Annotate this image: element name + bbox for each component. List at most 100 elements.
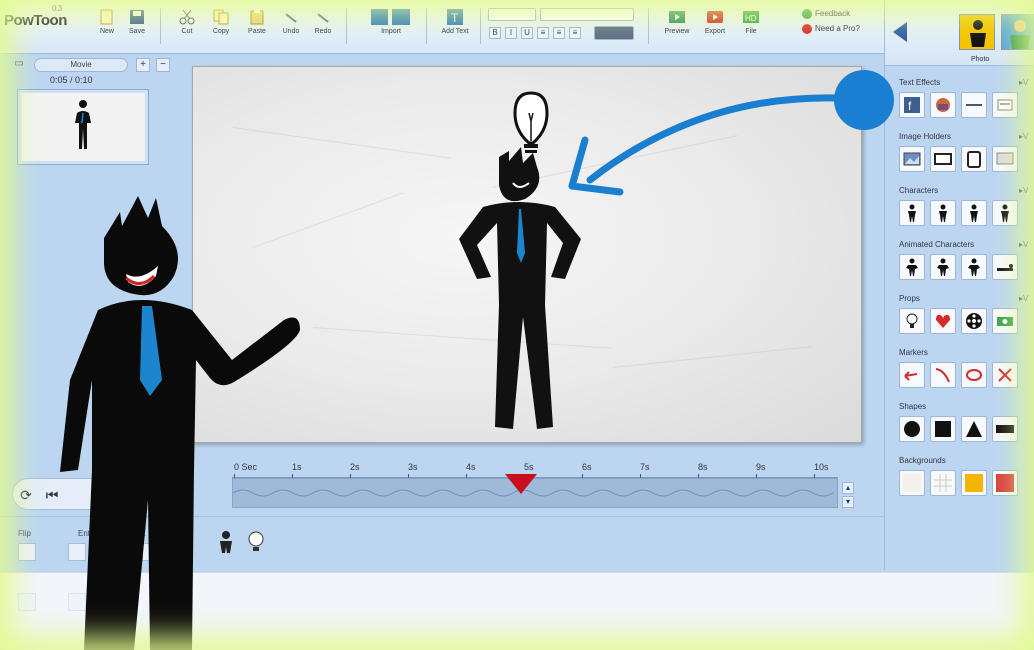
new-button[interactable]: New <box>90 8 124 46</box>
character-man-icon[interactable] <box>961 200 987 226</box>
image-holder-photo-icon[interactable] <box>899 146 925 172</box>
cartoon-thumb-icon <box>1010 20 1030 49</box>
circle-shape-icon[interactable] <box>899 416 925 442</box>
collapse-panel-arrow-icon[interactable] <box>893 22 907 42</box>
background-yellow-icon[interactable] <box>961 470 987 496</box>
scene-thumbnail[interactable] <box>18 90 148 164</box>
marker-x-icon[interactable] <box>992 362 1018 388</box>
character-object-icon[interactable] <box>220 531 232 553</box>
marker-arrow-icon[interactable] <box>899 362 925 388</box>
character-man-icon[interactable] <box>992 200 1018 226</box>
timeline-scroll-up-button[interactable]: ▴ <box>842 482 854 494</box>
section-more-button[interactable]: ▸V <box>1019 132 1028 141</box>
font-select[interactable] <box>488 8 536 21</box>
square-shape-icon[interactable] <box>930 416 956 442</box>
scene-time: 0:05 / 0:10 <box>50 75 93 85</box>
stage-content <box>459 91 581 429</box>
italic-button[interactable]: I <box>505 27 517 39</box>
save-button[interactable]: Save <box>120 8 154 46</box>
image-holder-screen-icon[interactable] <box>992 146 1018 172</box>
animated-character-icon[interactable] <box>930 254 956 280</box>
bold-button[interactable]: B <box>489 27 501 39</box>
align-right-button[interactable]: ≡ <box>569 27 581 39</box>
scissors-icon <box>179 9 195 25</box>
section-more-button[interactable]: ▸V <box>1019 240 1028 249</box>
character-man-icon[interactable] <box>899 200 925 226</box>
redo-button[interactable]: Redo <box>306 8 340 46</box>
status-area <box>0 572 1034 650</box>
transport-controls: ⟳ ⏮ ▶ <box>12 478 157 510</box>
paste-button[interactable]: Paste <box>240 8 274 46</box>
play-icon[interactable]: ▶ <box>133 484 155 506</box>
need-pro-link[interactable]: Need a Pro? <box>802 21 860 36</box>
file-button[interactable]: HD File <box>734 8 768 46</box>
align-center-button[interactable]: ≡ <box>553 27 565 39</box>
stage-canvas[interactable] <box>192 66 862 443</box>
triangle-shape-icon[interactable] <box>961 416 987 442</box>
text-effect-line-icon[interactable] <box>961 92 987 118</box>
add-text-button[interactable]: T Add Text <box>438 8 472 46</box>
image-holder-polaroid-icon[interactable] <box>961 146 987 172</box>
animated-character-icon[interactable] <box>961 254 987 280</box>
playhead[interactable] <box>505 474 537 494</box>
help-links: Feedback Need a Pro? <box>802 6 860 36</box>
underline-button[interactable]: U <box>521 27 533 39</box>
background-red-icon[interactable] <box>992 470 1018 496</box>
text-effect-f-icon[interactable]: f <box>899 92 925 118</box>
enter-effect-button[interactable] <box>68 543 86 561</box>
section-title: Markers <box>899 348 928 357</box>
align-left-button[interactable]: ≡ <box>537 27 549 39</box>
flip-button[interactable] <box>18 543 36 561</box>
timeline-scroll-down-button[interactable]: ▾ <box>842 496 854 508</box>
text-effect-hand-icon[interactable] <box>930 92 956 118</box>
font-size-select[interactable] <box>540 8 634 21</box>
section-more-button[interactable]: ▸V <box>1019 294 1028 303</box>
marker-curve-icon[interactable] <box>930 362 956 388</box>
section-more-button[interactable]: ▸V <box>1019 78 1028 87</box>
timeline-tick-label: 8s <box>698 462 708 472</box>
undo-button[interactable]: Undo <box>274 8 308 46</box>
character-man-icon[interactable] <box>930 200 956 226</box>
money-icon[interactable] <box>992 308 1018 334</box>
export-button[interactable]: Export <box>698 8 732 46</box>
animated-character-lying-icon[interactable] <box>992 254 1018 280</box>
timeline-tick-label: 1s <box>292 462 302 472</box>
import-button[interactable]: Import <box>370 8 412 46</box>
lightbulb-icon[interactable] <box>899 308 925 334</box>
lightbulb-icon[interactable] <box>513 91 549 153</box>
animated-character-icon[interactable] <box>899 254 925 280</box>
marker-circle-icon[interactable] <box>961 362 987 388</box>
background-blank-icon[interactable] <box>899 470 925 496</box>
timeline-tick-label: 0 Sec <box>234 462 258 472</box>
timeline-tick-label: 6s <box>582 462 592 472</box>
text-color-picker[interactable] <box>594 26 634 40</box>
feedback-link[interactable]: Feedback <box>802 6 860 21</box>
section-more-button[interactable]: ▸V <box>1019 186 1028 195</box>
text-effect-box-icon[interactable] <box>992 92 1018 118</box>
rewind-icon[interactable]: ⏮ <box>41 484 63 506</box>
loop-icon[interactable]: ⟳ <box>15 484 37 506</box>
lightbulb-object-icon[interactable] <box>248 531 264 551</box>
section-title: Characters <box>899 186 939 195</box>
toolbar-divider <box>346 8 347 44</box>
copy-button[interactable]: Copy <box>204 8 238 46</box>
add-scene-button[interactable]: + <box>136 58 150 72</box>
style-photo-thumb[interactable] <box>959 14 995 50</box>
background-grid-icon[interactable] <box>930 470 956 496</box>
remove-scene-button[interactable]: − <box>156 58 170 72</box>
preview-button[interactable]: Preview <box>660 8 694 46</box>
style-cartoon-thumb[interactable] <box>1001 14 1034 50</box>
heart-icon[interactable] <box>930 308 956 334</box>
slides-icon[interactable]: ▭ <box>12 58 26 72</box>
timeline-tick-label: 3s <box>408 462 418 472</box>
scene-selector[interactable]: Movie <box>34 58 128 72</box>
youtube-icon <box>707 11 723 23</box>
section-title: Animated Characters <box>899 240 975 249</box>
rectangle-shape-icon[interactable] <box>992 416 1018 442</box>
film-reel-icon[interactable] <box>961 308 987 334</box>
disabled-button <box>68 593 86 611</box>
image-holder-frame-icon[interactable] <box>930 146 956 172</box>
cut-button[interactable]: Cut <box>170 8 204 46</box>
exit-effect-button[interactable] <box>142 543 160 561</box>
stage-character[interactable] <box>459 147 581 429</box>
